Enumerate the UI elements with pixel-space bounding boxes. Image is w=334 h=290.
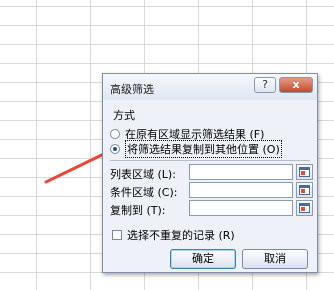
- radio-button-unchecked[interactable]: [110, 129, 120, 139]
- radio-copy-to-location[interactable]: 将筛选结果复制到其他位置 (O): [110, 140, 282, 158]
- range-select-icon: [299, 185, 310, 195]
- dialog-title: 高级筛选: [110, 83, 154, 96]
- radio-button-checked[interactable]: [110, 144, 120, 154]
- range-select-icon: [299, 203, 310, 213]
- copy-to-input[interactable]: [189, 200, 293, 216]
- unique-records-checkbox[interactable]: [112, 230, 122, 240]
- list-range-label: 列表区域 (L):: [110, 168, 176, 181]
- criteria-range-input[interactable]: [189, 182, 293, 198]
- criteria-range-label: 条件区域 (C):: [110, 186, 178, 199]
- method-group-label: 方式: [113, 109, 135, 122]
- dialog-titlebar: 高级筛选 ? x: [103, 74, 317, 100]
- copy-to-label: 复制到 (T):: [110, 204, 166, 217]
- list-range-row: 列表区域 (L):: [110, 164, 313, 182]
- range-select-icon: [299, 167, 310, 177]
- list-range-input[interactable]: [189, 164, 293, 180]
- advanced-filter-dialog: 高级筛选 ? x 方式 在原有区域显示筛选结果 (F) 将筛选结果复制到其他位置…: [102, 73, 318, 273]
- cancel-button[interactable]: 取消: [242, 249, 308, 269]
- radio-copy-to-location-label: 将筛选结果复制到其他位置 (O): [125, 140, 282, 158]
- criteria-range-row: 条件区域 (C):: [110, 182, 313, 200]
- ok-button[interactable]: 确定: [170, 249, 236, 269]
- close-button[interactable]: x: [279, 77, 313, 93]
- unique-records-label: 选择不重复的记录 (R): [127, 229, 235, 242]
- unique-records-checkbox-row[interactable]: 选择不重复的记录 (R): [112, 227, 235, 243]
- list-range-select-button[interactable]: [296, 164, 313, 180]
- copy-to-row: 复制到 (T):: [110, 200, 313, 218]
- help-button[interactable]: ?: [254, 77, 276, 93]
- copy-to-select-button[interactable]: [296, 200, 313, 216]
- criteria-range-select-button[interactable]: [296, 182, 313, 198]
